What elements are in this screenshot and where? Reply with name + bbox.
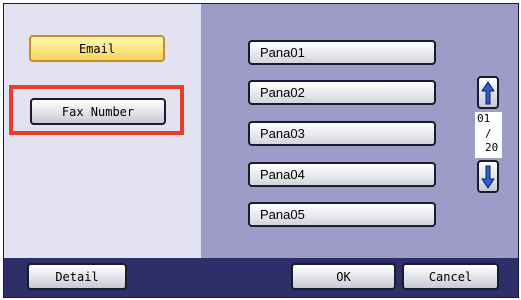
scroll-up-button[interactable] [477, 76, 499, 109]
destination-button[interactable]: Pana03 [248, 121, 436, 146]
fax-number-tab-label: Fax Number [61, 104, 135, 119]
arrow-down-icon [481, 165, 495, 189]
destination-button[interactable]: Pana04 [248, 162, 436, 187]
ok-button[interactable]: OK [291, 263, 396, 290]
cancel-button[interactable]: Cancel [402, 263, 499, 290]
detail-button-label: Detail [55, 269, 99, 284]
arrow-up-icon [481, 80, 495, 104]
ok-button-label: OK [336, 269, 351, 284]
page-indicator: 01 / 20 [475, 112, 502, 158]
email-tab-button[interactable]: Email [29, 35, 165, 62]
panel-screen: Email Fax Number Pana01 Pana02 Pana03 Pa… [0, 0, 521, 300]
destination-button[interactable]: Pana01 [248, 40, 436, 65]
detail-button[interactable]: Detail [27, 263, 127, 290]
fax-number-tab-button[interactable]: Fax Number [30, 98, 166, 125]
page-separator: / [485, 127, 492, 140]
destination-button[interactable]: Pana05 [248, 202, 436, 227]
cancel-button-label: Cancel [428, 269, 473, 284]
scroll-down-button[interactable] [477, 160, 499, 193]
email-tab-label: Email [78, 41, 116, 56]
page-total: 20 [485, 141, 499, 154]
page-current: 01 [477, 112, 491, 125]
destination-button[interactable]: Pana02 [248, 80, 436, 105]
